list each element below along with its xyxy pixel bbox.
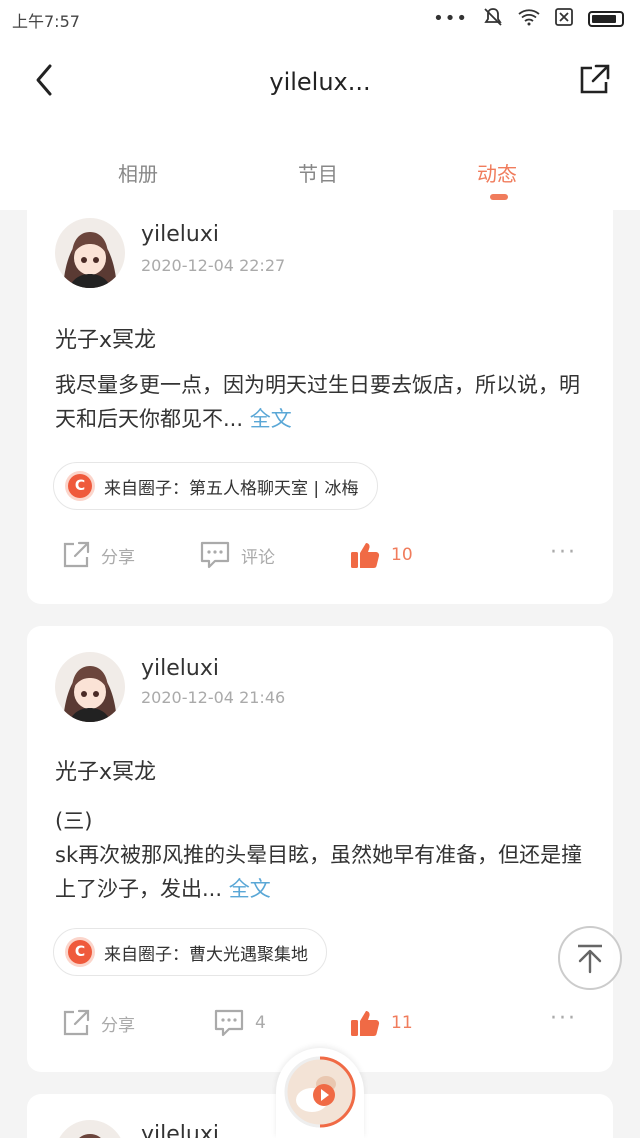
circle-chip[interactable]: C 来自圈子：第五人格聊天室 | 冰梅 (53, 462, 378, 510)
post-body-text: 我尽量多更一点，因为明天过生日要去饭店，所以说，明天和后天你都见不... (55, 373, 580, 431)
thumbs-up-icon (351, 1011, 380, 1036)
circle-chip-label: 来自圈子：曹大光遇聚集地 (104, 944, 308, 965)
tab-album[interactable]: 相册 (118, 158, 158, 187)
share-button[interactable]: 分享 (61, 1008, 135, 1038)
player-cover (284, 1056, 356, 1128)
share-label: 分享 (101, 1015, 135, 1036)
circle-logo-icon: C (68, 474, 92, 498)
tab-bar: 相册 节目 动态 (0, 150, 640, 206)
status-time: 上午7:57 (12, 12, 80, 31)
full-text-link[interactable]: 全文 (250, 407, 292, 431)
battery-icon (588, 11, 624, 27)
post-card[interactable]: yileluxi 2020-12-04 21:46 光子x冥龙 (三) sk再次… (27, 626, 613, 1072)
share-button[interactable]: 分享 (61, 540, 135, 570)
page-title: yilelux... (269, 68, 371, 96)
no-sim-icon (554, 7, 574, 31)
post-username[interactable]: yileluxi (141, 1122, 219, 1138)
comment-button[interactable]: 评论 (199, 540, 275, 570)
comment-count: 4 (255, 1013, 266, 1033)
post-body: (三) sk再次被那风推的头晕目眩，虽然她早有准备，但还是撞上了沙子，发出...… (55, 804, 585, 906)
post-timestamp: 2020-12-04 21:46 (141, 688, 286, 707)
circle-logo-icon: C (68, 940, 92, 964)
like-button[interactable]: 10 (349, 540, 413, 570)
post-timestamp: 2020-12-04 22:27 (141, 256, 286, 275)
avatar[interactable] (55, 652, 125, 722)
status-icons: ••• (433, 6, 624, 32)
more-options-button[interactable]: ··· (550, 540, 577, 565)
wifi-icon (518, 8, 540, 30)
comment-label: 评论 (241, 547, 275, 568)
status-bar: 上午7:57 ••• (0, 0, 640, 36)
more-dots-icon: ••• (433, 8, 468, 29)
tab-moments[interactable]: 动态 (477, 158, 517, 187)
share-label: 分享 (101, 547, 135, 568)
share-icon (63, 541, 90, 568)
comment-icon (200, 541, 230, 569)
avatar[interactable] (55, 1120, 125, 1138)
avatar-image (55, 218, 125, 288)
more-options-button[interactable]: ··· (550, 1006, 577, 1031)
post-body: 我尽量多更一点，因为明天过生日要去饭店，所以说，明天和后天你都见不... 全文 (55, 368, 585, 436)
post-username[interactable]: yileluxi (141, 656, 219, 681)
like-count: 11 (391, 1013, 413, 1033)
avatar[interactable] (55, 218, 125, 288)
full-text-link[interactable]: 全文 (229, 877, 271, 901)
share-page-button[interactable] (576, 62, 612, 98)
post-username[interactable]: yileluxi (141, 222, 219, 247)
like-count: 10 (391, 545, 413, 565)
post-card[interactable]: yileluxi 2020-12-04 22:27 光子x冥龙 我尽量多更一点，… (27, 210, 613, 604)
like-button[interactable]: 11 (349, 1008, 413, 1038)
avatar-image (55, 1120, 125, 1138)
arrow-up-icon (578, 944, 602, 974)
tab-programs[interactable]: 节目 (298, 158, 338, 187)
post-title: 光子x冥龙 (55, 328, 157, 353)
tab-indicator (490, 194, 508, 200)
mini-player[interactable] (276, 1048, 364, 1138)
mute-icon (482, 6, 504, 32)
post-body-heading: (三) (55, 809, 93, 833)
circle-chip-label: 来自圈子：第五人格聊天室 | 冰梅 (104, 478, 359, 499)
post-body-text: sk再次被那风推的头晕目眩，虽然她早有准备，但还是撞上了沙子，发出... (55, 843, 583, 901)
scroll-to-top-button[interactable] (558, 926, 622, 990)
circle-chip[interactable]: C 来自圈子：曹大光遇聚集地 (53, 928, 327, 976)
comment-button[interactable]: 4 (213, 1008, 266, 1038)
thumbs-up-icon (351, 543, 380, 568)
comment-icon (214, 1009, 244, 1037)
nav-bar: yilelux... (0, 52, 640, 108)
avatar-image (55, 652, 125, 722)
share-icon (63, 1009, 90, 1036)
external-share-icon (580, 64, 610, 94)
header-area: 上午7:57 ••• yilelux... 相册 节目 动态 (0, 0, 640, 210)
post-title: 光子x冥龙 (55, 760, 157, 785)
